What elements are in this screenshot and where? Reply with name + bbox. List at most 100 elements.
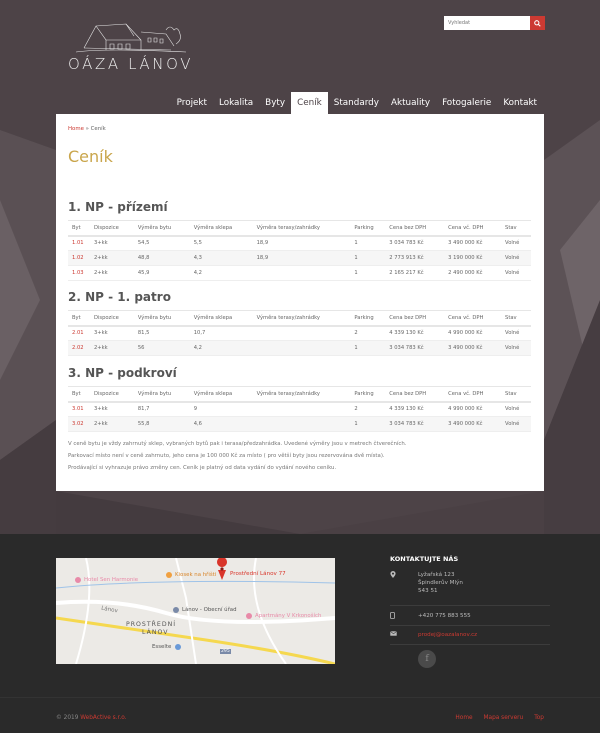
table-cell: Volné <box>501 250 531 266</box>
unit-link[interactable]: 3.02 <box>68 416 90 432</box>
column-header: Dispozice <box>89 386 134 403</box>
breadcrumb-separator: » <box>85 126 89 132</box>
table-cell <box>252 265 351 281</box>
location-map[interactable]: Prostřední Lánov 77 Hotel Sen Harmonie K… <box>56 558 335 664</box>
table-cell: 3 490 000 Kč <box>444 235 502 251</box>
table-cell: 4,3 <box>189 250 253 266</box>
nav-item-aktuality[interactable]: Aktuality <box>385 92 436 114</box>
table-cell <box>252 401 351 417</box>
map-pin-label: Prostřední Lánov 77 <box>230 571 286 577</box>
table-cell: 3 034 783 Kč <box>385 340 445 356</box>
map-road-number: 295 <box>220 649 231 654</box>
map-label-esselte: Esselte <box>152 644 172 650</box>
phone-number[interactable]: +420 775 883 555 <box>418 612 471 620</box>
column-header: Cena vč. DPH <box>444 386 502 403</box>
column-header: Výměra bytu <box>133 310 190 327</box>
unit-link[interactable]: 3.01 <box>68 401 90 417</box>
table-cell: Volné <box>501 401 531 417</box>
note-line: Parkovací místo není v ceně zahrnuto, je… <box>68 453 385 459</box>
table-row: 1.01 3+kk 54,5 5,5 18,9 1 3 034 783 Kč 3 490 00… <box>68 235 531 251</box>
copyright: © 2019 WebActive s.r.o. <box>56 715 127 721</box>
nav-item-kontakt[interactable]: Kontakt <box>497 92 543 114</box>
table-cell: Volné <box>501 265 531 281</box>
unit-link[interactable]: 2.01 <box>68 325 90 341</box>
note-line: V ceně bytu je vždy zahrnutý sklep, vybr… <box>68 441 407 447</box>
divider <box>390 644 550 645</box>
table-row: 3.02 2+kk 55,8 4,6 1 3 034 783 Kč 3 490 000 Kč… <box>68 416 531 432</box>
brand-name[interactable]: OÁZA LÁNOV <box>68 55 193 73</box>
nav-item-projekt[interactable]: Projekt <box>171 92 213 114</box>
column-header: Byt <box>68 386 90 403</box>
column-header: Parking <box>350 386 386 403</box>
nav-item-cenik[interactable]: Ceník <box>291 92 328 114</box>
table-cell: 3 190 000 Kč <box>444 250 502 266</box>
unit-link[interactable]: 1.02 <box>68 250 90 266</box>
column-header: Stav <box>501 386 531 403</box>
search-input[interactable] <box>444 16 530 30</box>
nav-item-byty[interactable]: Byty <box>259 92 291 114</box>
table-cell: 81,7 <box>133 401 190 417</box>
nav-item-lokalita[interactable]: Lokalita <box>213 92 259 114</box>
table-cell: 4 990 000 Kč <box>444 401 502 417</box>
table-cell: 2 773 913 Kč <box>385 250 445 266</box>
table-cell <box>252 340 351 356</box>
column-header: Cena vč. DPH <box>444 310 502 327</box>
note-line: Prodávající si vyhrazuje právo změny cen… <box>68 465 337 471</box>
table-cell: 2+kk <box>89 250 134 266</box>
site-header: OÁZA LÁNOV <box>0 0 600 95</box>
table-cell: 5,5 <box>189 235 253 251</box>
footer-links: Home Mapa serveru Top <box>455 715 544 721</box>
table-cell: 45,9 <box>133 265 190 281</box>
site-footer: Prostřední Lánov 77 Hotel Sen Harmonie K… <box>0 534 600 733</box>
table-cell: 2+kk <box>89 340 134 356</box>
unit-link[interactable]: 1.01 <box>68 235 90 251</box>
nav-item-fotogalerie[interactable]: Fotogalerie <box>436 92 497 114</box>
nav-item-standardy[interactable]: Standardy <box>328 92 385 114</box>
price-table: Byt Dispozice Výměra bytu Výměra sklepa Výmě… <box>68 386 531 432</box>
search-icon <box>534 19 541 27</box>
breadcrumb-home-link[interactable]: Home <box>68 126 84 132</box>
table-cell: 2 490 000 Kč <box>444 265 502 281</box>
footer-link-top[interactable]: Top <box>534 715 544 721</box>
table-cell: 4,2 <box>189 265 253 281</box>
footer-link-home[interactable]: Home <box>455 715 472 721</box>
table-cell: 3 490 000 Kč <box>444 340 502 356</box>
contact-title: KONTAKTUJTE NÁS <box>390 555 459 563</box>
breadcrumb: Home » Ceník <box>68 126 106 132</box>
contact-email: prodej@oazalanov.cz <box>390 631 550 639</box>
table-cell: Volné <box>501 235 531 251</box>
office-marker-icon <box>173 607 179 613</box>
table-cell: Volné <box>501 416 531 432</box>
column-header: Dispozice <box>89 220 134 237</box>
table-cell: 18,9 <box>252 250 351 266</box>
main-navigation: Projekt Lokalita Byty Ceník Standardy Ak… <box>171 92 543 114</box>
column-header: Stav <box>501 220 531 237</box>
table-cell: 3+kk <box>89 325 134 341</box>
table-cell: 3+kk <box>89 235 134 251</box>
email-link[interactable]: prodej@oazalanov.cz <box>418 631 477 639</box>
address-zip: 543 51 <box>418 588 438 594</box>
unit-link[interactable]: 1.03 <box>68 265 90 281</box>
column-header: Parking <box>350 310 386 327</box>
table-cell: 2+kk <box>89 265 134 281</box>
table-cell: 48,8 <box>133 250 190 266</box>
map-label-hotel: Hotel Sen Harmonie <box>84 577 139 583</box>
table-cell <box>252 325 351 341</box>
esselte-marker-icon <box>175 644 181 650</box>
table-cell: 4 990 000 Kč <box>444 325 502 341</box>
search-button[interactable] <box>530 16 545 30</box>
table-row: 2.02 2+kk 56 4,2 1 3 034 783 Kč 3 490 000 Kč Vo… <box>68 340 531 356</box>
price-table: Byt Dispozice Výměra bytu Výměra sklepa Výmě… <box>68 220 531 281</box>
section-title: 1. NP - přízemí <box>68 200 168 214</box>
unit-link[interactable]: 2.02 <box>68 340 90 356</box>
company-link[interactable]: WebActive s.r.o. <box>80 715 126 721</box>
map-label-district: PROSTŘEDNÍ <box>126 621 177 628</box>
footer-link-sitemap[interactable]: Mapa serveru <box>484 715 524 721</box>
table-cell: 2+kk <box>89 416 134 432</box>
facebook-icon[interactable]: f <box>418 650 436 668</box>
table-cell: 3 034 783 Kč <box>385 235 445 251</box>
column-header: Cena bez DPH <box>385 386 445 403</box>
table-cell: 2 165 217 Kč <box>385 265 445 281</box>
table-cell: 4,2 <box>189 340 253 356</box>
column-header: Výměra bytu <box>133 386 190 403</box>
